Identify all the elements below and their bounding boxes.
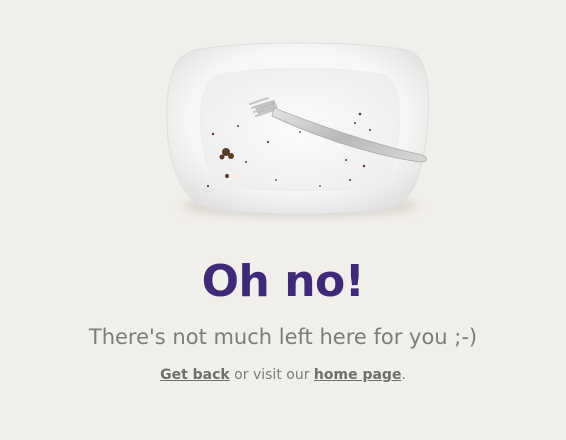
error-page: Oh no! There's not much left here for yo…	[0, 0, 566, 440]
links-end-text: .	[401, 367, 406, 383]
links-middle-text: or visit our	[229, 367, 314, 383]
home-page-link[interactable]: home page	[314, 367, 402, 383]
navigation-links: Get back or visit our home page.	[0, 364, 566, 386]
page-title: Oh no!	[201, 256, 365, 307]
get-back-link[interactable]: Get back	[160, 367, 230, 383]
page-subtitle: There's not much left here for you ;-)	[88, 325, 478, 349]
empty-plate-illustration	[166, 42, 430, 218]
